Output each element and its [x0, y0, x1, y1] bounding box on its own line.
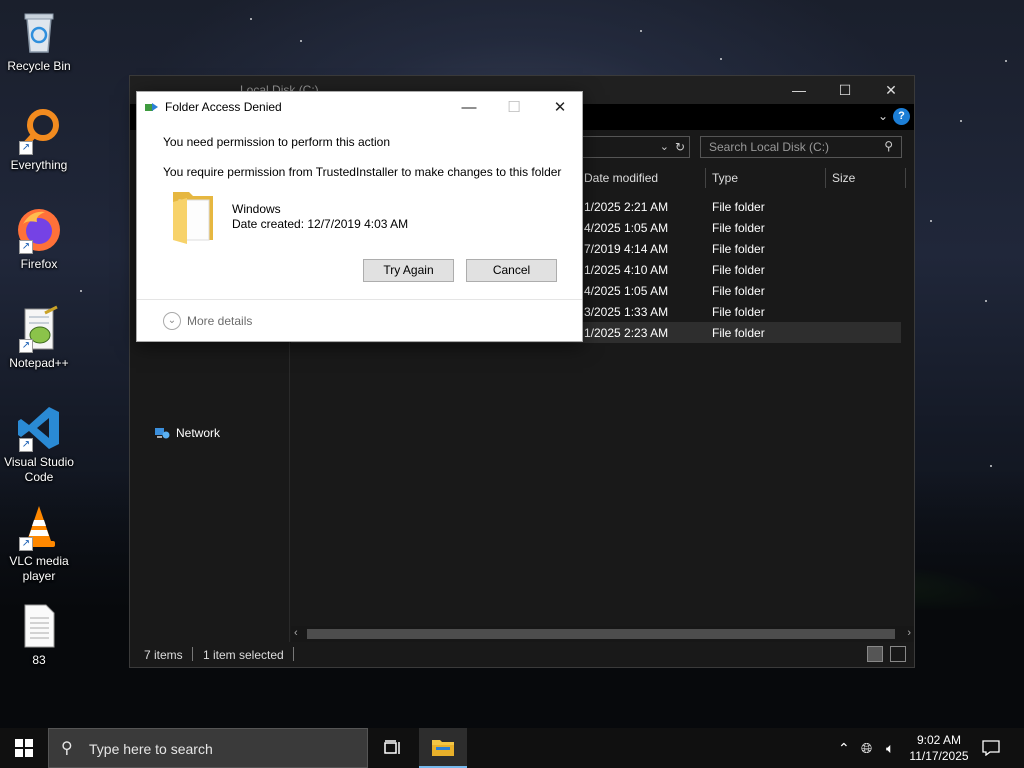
status-separator — [293, 647, 294, 661]
large-icons-view-button[interactable] — [890, 646, 906, 662]
dialog-maximize-button: ☐ — [507, 99, 521, 116]
desktop-icon-vscode[interactable]: ↗ Visual Studio Code — [2, 404, 76, 485]
desktop-icon-everything[interactable]: ↗ Everything — [2, 107, 76, 173]
globe-icon: 🌐︎ — [861, 739, 873, 756]
dialog-message-primary: You need permission to perform this acti… — [163, 135, 391, 149]
task-view-icon — [384, 740, 400, 754]
taskbar-search-box[interactable]: ⚲ Type here to search — [48, 728, 368, 768]
dialog-message-secondary: You require permission from TrustedInsta… — [163, 165, 562, 179]
network-tray-button[interactable]: 🌐︎ — [861, 728, 872, 768]
desktop-icon-label: Notepad++ — [9, 356, 69, 370]
search-icon: ⚲ — [61, 740, 73, 757]
windows-logo-icon — [15, 739, 33, 757]
taskbar: ⚲ Type here to search ⌃ 🌐︎ 🔈︎ 9:02 AM 11… — [0, 728, 1024, 768]
file-explorer-icon — [432, 740, 454, 756]
clock-time: 9:02 AM — [916, 733, 962, 747]
maximize-button[interactable]: ☐ — [822, 76, 868, 104]
scroll-right-arrow-icon[interactable]: › — [907, 627, 911, 639]
status-bar: 7 items 1 item selected — [130, 642, 914, 667]
desktop-icon-label: VLC media player — [9, 554, 69, 583]
shortcut-arrow-icon: ↗ — [19, 339, 33, 353]
everything-search-icon: ↗ — [15, 107, 63, 155]
speaker-muted-icon: 🔈︎ — [886, 739, 895, 756]
cancel-button[interactable]: Cancel — [466, 259, 557, 282]
start-button[interactable] — [0, 728, 48, 768]
vlc-icon: ↗ — [15, 503, 63, 551]
dialog-title: Folder Access Denied — [165, 100, 282, 114]
dialog-divider — [137, 299, 582, 300]
text-file-icon — [15, 602, 63, 650]
taskbar-clock[interactable]: 9:02 AM 11/17/2025 — [906, 732, 972, 764]
notepad-plus-plus-icon: ↗ — [15, 305, 63, 353]
vscode-icon: ↗ — [15, 404, 63, 452]
dialog-minimize-button[interactable]: — — [454, 96, 484, 118]
notification-icon — [982, 740, 1000, 756]
desktop-icon-vlc[interactable]: ↗ VLC media player — [2, 503, 76, 584]
minimize-button[interactable]: — — [776, 76, 822, 104]
column-header-type[interactable]: Type — [706, 168, 826, 188]
desktop-icon-notepad-plus-plus[interactable]: ↗ Notepad++ — [2, 305, 76, 371]
folder-access-denied-dialog: Folder Access Denied — ☐ ✕ You need perm… — [136, 91, 583, 342]
status-separator — [192, 647, 193, 661]
status-item-count: 7 items — [144, 648, 183, 662]
address-bar[interactable]: ⌄ ↻ — [580, 136, 690, 158]
more-details-label: More details — [187, 314, 253, 328]
help-icon[interactable]: ? — [893, 108, 910, 125]
more-details-toggle[interactable]: ⌄ More details — [163, 312, 252, 330]
folder-name: Windows — [232, 202, 281, 216]
nav-item-label: Network — [176, 426, 221, 440]
clock-date: 11/17/2025 — [909, 749, 969, 763]
desktop-icon-label: Visual Studio Code — [4, 455, 74, 484]
desktop-icon-label: 83 — [32, 653, 46, 667]
status-selected-count: 1 item selected — [203, 648, 284, 662]
chevron-down-icon[interactable]: ⌄ — [660, 140, 669, 153]
chevron-up-icon: ⌃ — [838, 739, 850, 756]
horizontal-scrollbar[interactable]: ‹ › — [291, 626, 914, 642]
action-center-button[interactable] — [982, 728, 1000, 768]
taskbar-file-explorer-button[interactable] — [419, 728, 467, 768]
search-icon: ⚲ — [884, 139, 893, 153]
scrollbar-thumb[interactable] — [307, 629, 895, 639]
taskbar-search-placeholder: Type here to search — [89, 741, 213, 757]
chevron-down-icon: ⌄ — [163, 312, 181, 330]
nav-item-network[interactable]: Network — [154, 426, 220, 440]
volume-tray-button[interactable]: 🔈︎ — [886, 728, 894, 768]
shortcut-arrow-icon: ↗ — [19, 537, 33, 551]
expand-ribbon-chevron-icon[interactable]: ⌄ — [878, 109, 888, 123]
dialog-close-button[interactable]: ✕ — [545, 96, 575, 118]
desktop-icon-recycle-bin[interactable]: Recycle Bin — [2, 8, 76, 74]
search-input[interactable]: Search Local Disk (C:) ⚲ — [700, 136, 902, 158]
shortcut-arrow-icon: ↗ — [19, 141, 33, 155]
try-again-button[interactable]: Try Again — [363, 259, 454, 282]
desktop-icon-label: Firefox — [20, 257, 58, 271]
firefox-icon: ↗ — [15, 206, 63, 254]
shortcut-arrow-icon: ↗ — [19, 240, 33, 254]
folder-icon — [171, 188, 217, 246]
shortcut-arrow-icon: ↗ — [19, 438, 33, 452]
task-view-button[interactable] — [378, 728, 408, 768]
column-header-size[interactable]: Size — [826, 168, 906, 188]
folder-date-created: Date created: 12/7/2019 4:03 AM — [232, 217, 409, 231]
column-header-date-modified[interactable]: Date modified — [578, 168, 706, 188]
search-placeholder: Search Local Disk (C:) — [709, 140, 830, 154]
refresh-icon[interactable]: ↻ — [675, 140, 685, 154]
desktop-icon-label: Everything — [10, 158, 68, 172]
recycle-bin-icon — [15, 8, 63, 56]
desktop-icon-text-file[interactable]: 83 — [2, 602, 76, 668]
network-icon — [154, 426, 170, 440]
dialog-folder-icon — [145, 101, 159, 113]
desktop-icon-firefox[interactable]: ↗ Firefox — [2, 206, 76, 272]
show-hidden-icons-button[interactable]: ⌃ — [838, 728, 850, 768]
close-button[interactable]: ✕ — [868, 76, 914, 104]
scroll-left-arrow-icon[interactable]: ‹ — [294, 627, 298, 639]
details-view-button[interactable] — [867, 646, 883, 662]
desktop-icon-label: Recycle Bin — [7, 59, 71, 73]
